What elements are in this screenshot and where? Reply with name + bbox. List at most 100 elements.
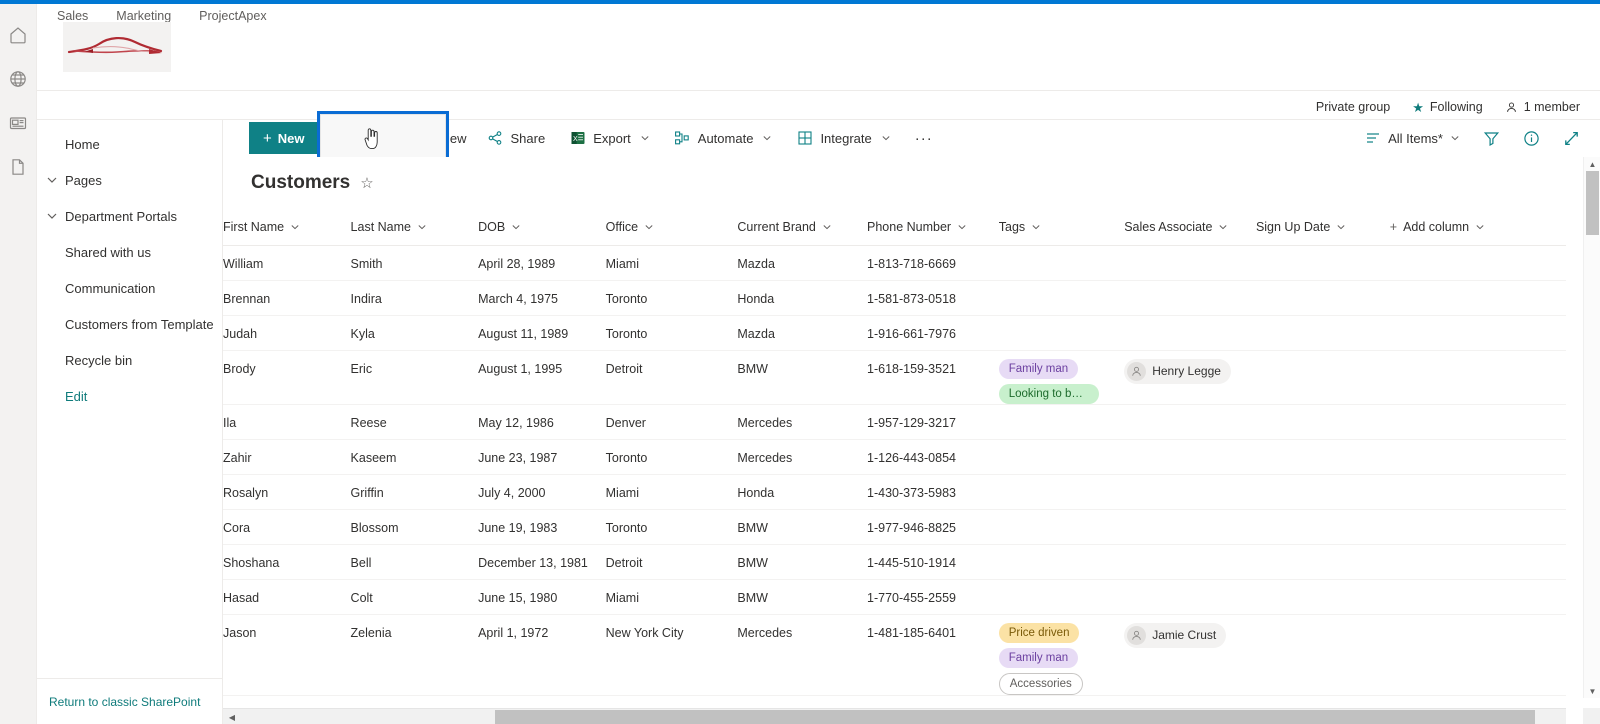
column-header-first-name[interactable]: First Name — [223, 209, 343, 246]
table-row[interactable]: Hasad Colt June 15, 1980 Miami BMW 1-770-455-… — [223, 579, 1566, 615]
sidebar-item-customers-from-template[interactable]: Customers from Template — [37, 306, 222, 342]
sidebar-item-label: Customers from Template — [65, 316, 214, 332]
members-button[interactable]: 1 member — [1505, 100, 1580, 114]
sidebar-item-label: Home — [65, 136, 100, 152]
scroll-left-arrow-icon[interactable]: ◀ — [225, 709, 239, 724]
cell-tags — [990, 315, 1117, 351]
share-button[interactable]: Share — [475, 122, 558, 154]
table-row[interactable]: Ila Reese May 12, 1986 Denver Mercedes 1-957-… — [223, 404, 1566, 440]
sidebar-item-pages[interactable]: Pages — [37, 162, 222, 198]
table-row[interactable]: Brennan Indira March 4, 1975 Toronto Honda 1-… — [223, 280, 1566, 316]
sidebar-item-home[interactable]: Home — [37, 126, 222, 162]
cell-phone-number: 1-957-129-3217 — [859, 404, 991, 440]
table-row[interactable]: Rosalyn Griffin July 4, 2000 Miami Honda 1-43… — [223, 474, 1566, 510]
favorite-star-icon[interactable]: ☆ — [360, 174, 373, 192]
cell-current-brand: BMW — [729, 579, 860, 615]
scroll-up-arrow-icon[interactable]: ▲ — [1584, 157, 1600, 171]
horizontal-scrollbar[interactable]: ◀ — [223, 708, 1566, 724]
sidebar-item-label: Shared with us — [65, 244, 151, 260]
more-commands-button[interactable]: ··· — [903, 130, 945, 147]
nav-link-marketing[interactable]: Marketing — [116, 9, 171, 23]
column-header-tags[interactable]: Tags — [990, 209, 1117, 246]
tag-chip: Looking to buy s... — [998, 383, 1099, 403]
cell-empty — [1381, 439, 1566, 475]
table-row[interactable]: Jason Zelenia April 1, 1972 New York City Me… — [223, 614, 1566, 696]
column-header-last-name[interactable]: Last Name — [342, 209, 471, 246]
export-button[interactable]: X Export — [557, 122, 662, 154]
list-title-row: Customers ☆ — [223, 157, 1566, 209]
table-row[interactable]: William Smith April 28, 1989 Miami Mazda 1-81… — [223, 245, 1566, 281]
nav-link-sales[interactable]: Sales — [57, 9, 88, 23]
home-icon[interactable] — [7, 24, 29, 46]
chevron-down-icon — [762, 133, 772, 143]
plus-icon: + — [1389, 219, 1398, 234]
cell-empty — [1381, 404, 1566, 440]
table-row[interactable]: Brody Eric August 1, 1995 Detroit BMW 1-618-1… — [223, 350, 1566, 405]
privacy-text: Private group — [1315, 100, 1391, 114]
cell-first-name: Brody — [223, 350, 343, 405]
vertical-scrollbar[interactable]: ▲ ▼ — [1583, 157, 1600, 698]
grid-bottom-fade — [223, 700, 1566, 708]
return-to-classic-link[interactable]: Return to classic SharePoint — [49, 695, 200, 709]
horizontal-scrollbar-thumb[interactable] — [495, 710, 1535, 724]
cell-empty — [1381, 614, 1566, 696]
cell-dob: April 28, 1989 — [470, 245, 598, 281]
view-selector[interactable]: All Items* — [1361, 130, 1464, 146]
chevron-down-icon — [881, 133, 891, 143]
cell-empty — [1381, 579, 1566, 615]
sidebar-item-edit[interactable]: Edit — [37, 378, 222, 414]
cell-sales-associate — [1116, 579, 1248, 615]
cell-sign-up-date — [1247, 474, 1382, 510]
sidebar-item-recycle-bin[interactable]: Recycle bin — [37, 342, 222, 378]
column-header-dob[interactable]: DOB — [470, 209, 598, 246]
following-button[interactable]: ★ Following — [1412, 100, 1482, 114]
document-icon[interactable] — [7, 156, 29, 178]
following-label: Following — [1429, 100, 1483, 114]
vertical-scrollbar-thumb[interactable] — [1586, 171, 1599, 235]
cell-sign-up-date — [1247, 315, 1382, 351]
column-label: Phone Number — [867, 219, 952, 234]
cell-dob: March 4, 1975 — [470, 280, 598, 316]
cell-empty — [1381, 245, 1566, 281]
cell-sales-associate — [1116, 544, 1248, 580]
automate-button[interactable]: Automate — [662, 122, 785, 154]
filter-button[interactable] — [1478, 125, 1504, 151]
sidebar-item-communication[interactable]: Communication — [37, 270, 222, 306]
integrate-button[interactable]: Integrate — [784, 122, 902, 154]
column-header-add-column[interactable]: + Add column — [1381, 209, 1566, 246]
cell-sign-up-date — [1247, 245, 1382, 281]
cell-office: Toronto — [597, 280, 730, 316]
news-icon[interactable] — [7, 112, 29, 134]
table-row[interactable]: Cora Blossom June 19, 1983 Toronto BMW 1-977-… — [223, 509, 1566, 545]
sidebar-item-shared-with-us[interactable]: Shared with us — [37, 234, 222, 270]
expand-button[interactable] — [1558, 125, 1584, 151]
new-button[interactable]: + New — [249, 122, 319, 154]
chevron-down-icon — [1475, 222, 1485, 232]
cell-office: Toronto — [597, 439, 730, 475]
svg-text:X: X — [573, 136, 578, 143]
cell-empty — [1381, 474, 1566, 510]
column-header-sales-associate[interactable]: Sales Associate — [1116, 209, 1248, 246]
info-button[interactable] — [1518, 125, 1544, 151]
tag-chip: Family man — [998, 358, 1079, 379]
scroll-down-arrow-icon[interactable]: ▼ — [1584, 684, 1600, 698]
cell-phone-number: 1-430-373-5983 — [859, 474, 991, 510]
nav-link-projectapex[interactable]: ProjectApex — [199, 9, 266, 23]
column-header-phone-number[interactable]: Phone Number — [859, 209, 991, 246]
globe-icon[interactable] — [7, 68, 29, 90]
cell-dob: May 12, 1986 — [470, 404, 598, 440]
column-label: Office — [605, 219, 639, 234]
sidebar-item-department-portals[interactable]: Department Portals — [37, 198, 222, 234]
table-row[interactable]: Zahir Kaseem June 23, 1987 Toronto Mercedes 1… — [223, 439, 1566, 475]
person-name: Jamie Crust — [1152, 628, 1217, 642]
column-header-office[interactable]: Office — [597, 209, 730, 246]
table-row[interactable]: Judah Kyla August 11, 1989 Toronto Mazda 1-91… — [223, 315, 1566, 351]
table-row[interactable]: Shoshana Bell December 13, 1981 Detroit BMW 1… — [223, 544, 1566, 580]
column-label: Tags — [998, 219, 1026, 234]
cell-last-name: Blossom — [342, 509, 471, 545]
classic-sharepoint-footer: Return to classic SharePoint — [37, 678, 222, 724]
column-label: Current Brand — [737, 219, 816, 234]
column-header-current-brand[interactable]: Current Brand — [729, 209, 860, 246]
cell-sign-up-date — [1247, 579, 1382, 615]
column-header-sign-up-date[interactable]: Sign Up Date — [1247, 209, 1382, 246]
